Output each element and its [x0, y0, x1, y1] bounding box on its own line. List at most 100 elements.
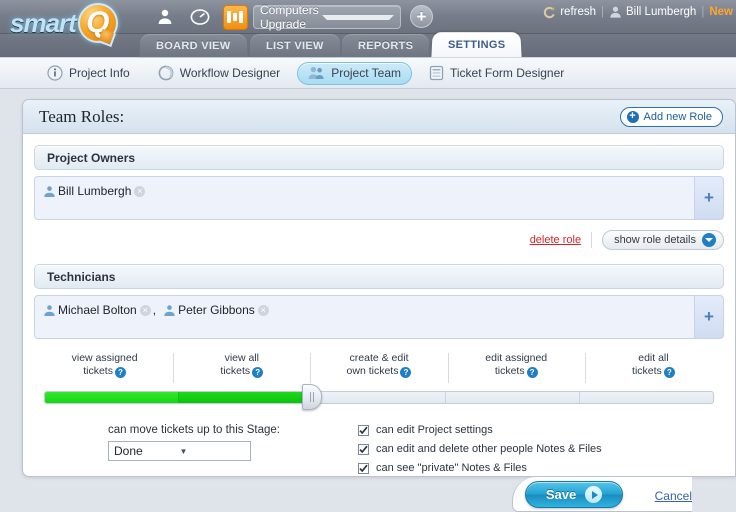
- form-icon: [429, 65, 444, 81]
- permission-label-line2: tickets: [83, 365, 113, 377]
- permission-slider[interactable]: [36, 386, 722, 408]
- header-icon-group: [152, 4, 248, 30]
- slider-segment-2: [313, 392, 447, 403]
- chevron-down-icon: [322, 15, 394, 20]
- slider-track[interactable]: [44, 391, 714, 404]
- permission-label-line1: view assigned: [72, 352, 138, 364]
- logo-text: smart: [10, 8, 76, 39]
- checkbox-row[interactable]: can edit and delete other people Notes &…: [358, 443, 720, 455]
- workflow-icon: [158, 65, 174, 81]
- help-icon[interactable]: ?: [664, 367, 675, 378]
- check-icon: [359, 426, 368, 435]
- divider: [591, 232, 592, 248]
- tab-list-view[interactable]: LIST VIEW: [249, 34, 340, 57]
- check-icon: [359, 464, 368, 473]
- save-area: Save Cancel: [512, 477, 692, 512]
- divider: |: [701, 6, 704, 18]
- remove-member-icon[interactable]: ×: [140, 305, 151, 316]
- user-icon: [163, 304, 176, 317]
- page-title: Team Roles:: [39, 107, 620, 127]
- permission-checkboxes: can edit Project settings can edit and d…: [358, 424, 720, 477]
- checkbox-row[interactable]: can edit Project settings: [358, 424, 720, 436]
- list-item: Bill Lumbergh ×: [43, 184, 145, 198]
- cancel-link[interactable]: Cancel: [655, 489, 692, 503]
- list-item: Michael Bolton ×: [43, 303, 151, 317]
- slider-segment-0: [45, 392, 179, 403]
- subnav-item-workflow-designer[interactable]: Workflow Designer: [147, 62, 291, 85]
- help-icon[interactable]: ?: [252, 367, 263, 378]
- refresh-icon[interactable]: [543, 6, 556, 19]
- checkbox-edit-project-settings[interactable]: [358, 425, 369, 436]
- new-link[interactable]: New: [709, 6, 733, 18]
- add-new-role-label: Add new Role: [644, 111, 713, 123]
- dashboard-icon[interactable]: [187, 4, 213, 30]
- help-icon[interactable]: ?: [400, 367, 411, 378]
- permission-labels: view assigned tickets? view all tickets?…: [36, 352, 722, 378]
- stage-label: can move tickets up to this Stage:: [108, 424, 358, 436]
- slider-segment-1: [179, 392, 313, 403]
- permission-label-line1: create & edit: [350, 352, 409, 364]
- subnav-label: Ticket Form Designer: [450, 66, 564, 80]
- help-icon[interactable]: ?: [115, 367, 126, 378]
- slider-segment-3: [446, 392, 580, 403]
- delete-role-link[interactable]: delete role: [530, 234, 581, 246]
- add-new-role-button[interactable]: + Add new Role: [620, 107, 724, 127]
- user-name-link[interactable]: Bill Lumbergh: [626, 6, 696, 18]
- role-options: can move tickets up to this Stage: Done …: [34, 424, 724, 477]
- save-button[interactable]: Save: [525, 481, 623, 508]
- person-icon[interactable]: [152, 4, 178, 30]
- stage-option: can move tickets up to this Stage: Done …: [38, 424, 358, 477]
- checkbox-row[interactable]: can see "private" Notes & Files: [358, 462, 720, 474]
- role-title: Technicians: [34, 264, 724, 289]
- permission-label-line1: edit all: [638, 352, 668, 364]
- stage-select[interactable]: Done ▼: [108, 441, 251, 461]
- team-icon: [308, 65, 325, 81]
- tab-reports[interactable]: REPORTS: [342, 34, 430, 57]
- members-box[interactable]: Bill Lumbergh ×: [34, 176, 694, 220]
- project-selector-value: Computers Upgrade: [260, 3, 322, 31]
- tab-settings[interactable]: SETTINGS: [432, 32, 523, 57]
- permission-label-line1: view all: [225, 352, 259, 364]
- footer-actions: Save Cancel: [0, 477, 736, 512]
- chevron-down-icon: [702, 233, 716, 247]
- add-member-button[interactable]: +: [694, 176, 724, 220]
- add-member-button[interactable]: +: [694, 295, 724, 339]
- help-icon[interactable]: ?: [527, 367, 538, 378]
- permission-label-line1: edit assigned: [485, 352, 547, 364]
- show-role-details-label: show role details: [614, 234, 696, 246]
- panel-header: Team Roles: + Add new Role: [23, 100, 735, 134]
- user-bar: refresh | Bill Lumbergh | New: [543, 5, 733, 19]
- refresh-link[interactable]: refresh: [560, 6, 596, 18]
- checkbox-label: can edit and delete other people Notes &…: [376, 443, 602, 455]
- board-icon[interactable]: [222, 4, 248, 30]
- app-logo[interactable]: smart Q: [10, 3, 118, 43]
- check-icon: [359, 445, 368, 454]
- checkbox-label: can edit Project settings: [376, 424, 493, 436]
- project-selector[interactable]: Computers Upgrade: [253, 5, 401, 29]
- permission-level-2[interactable]: create & edit own tickets?: [310, 352, 447, 378]
- member-name: Peter Gibbons: [178, 303, 255, 317]
- user-icon: [43, 185, 56, 198]
- subnav-item-project-team[interactable]: Project Team: [297, 62, 412, 85]
- top-bar: smart Q Computers Upgrade + refresh | Bi…: [0, 0, 736, 34]
- panel-body: Project Owners Bill Lumbergh × + delete …: [23, 134, 735, 477]
- slider-handle[interactable]: [302, 384, 322, 410]
- permission-level-1[interactable]: view all tickets?: [173, 352, 310, 378]
- remove-member-icon[interactable]: ×: [134, 186, 145, 197]
- permission-level-0[interactable]: view assigned tickets?: [36, 352, 173, 378]
- checkbox-edit-delete-others-notes[interactable]: [358, 444, 369, 455]
- show-role-details-button[interactable]: show role details: [602, 230, 724, 250]
- members-box[interactable]: Michael Bolton × , Peter Gibbons ×: [34, 295, 694, 339]
- subnav-item-project-info[interactable]: Project Info: [36, 62, 141, 85]
- remove-member-icon[interactable]: ×: [258, 305, 269, 316]
- permission-level-3[interactable]: edit assigned tickets?: [448, 352, 585, 378]
- permission-slider-section: view assigned tickets? view all tickets?…: [34, 352, 724, 408]
- permission-label-line2: tickets: [495, 365, 525, 377]
- members-row: Michael Bolton × , Peter Gibbons × +: [34, 295, 724, 339]
- subnav-item-ticket-form-designer[interactable]: Ticket Form Designer: [418, 62, 575, 85]
- add-project-button[interactable]: +: [410, 5, 433, 28]
- permission-level-4[interactable]: edit all tickets?: [585, 352, 722, 378]
- tab-board-view[interactable]: BOARD VIEW: [139, 34, 247, 57]
- role-block-project-owners: Project Owners Bill Lumbergh × + delete …: [34, 145, 724, 251]
- checkbox-see-private-notes[interactable]: [358, 463, 369, 474]
